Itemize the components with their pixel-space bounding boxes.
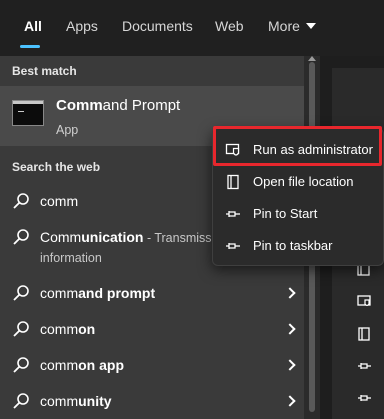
web-result-label: common — [40, 321, 96, 337]
search-web-heading: Search the web — [12, 160, 101, 174]
pin-icon[interactable] — [354, 358, 374, 374]
web-result-label: comm — [40, 193, 79, 209]
pin-icon — [226, 243, 240, 249]
search-icon — [13, 393, 29, 409]
menu-item-label: Pin to taskbar — [253, 238, 333, 253]
chevron-right-icon[interactable] — [284, 323, 296, 335]
active-tab-indicator — [20, 45, 40, 48]
search-tabs-bar: All Apps Documents Web More — [0, 0, 384, 56]
search-icon — [13, 193, 29, 209]
chevron-right-icon[interactable] — [284, 395, 296, 407]
tab-more[interactable]: More — [268, 18, 316, 34]
search-icon — [13, 229, 29, 245]
tab-apps[interactable]: Apps — [66, 18, 98, 34]
chevron-down-icon — [305, 23, 316, 29]
menu-item-label: Pin to Start — [253, 206, 318, 221]
web-result-description: information — [40, 251, 102, 265]
pin-icon — [226, 211, 240, 217]
pin-icon[interactable] — [354, 390, 374, 406]
folder-icon[interactable] — [354, 326, 374, 342]
tab-documents[interactable]: Documents — [122, 18, 193, 34]
web-result-label: common app — [40, 357, 125, 373]
scroll-up-arrow-icon[interactable] — [308, 56, 316, 61]
web-result-item[interactable]: common app — [0, 347, 304, 383]
best-match-subtitle: App — [56, 123, 79, 137]
menu-item-open-file-location[interactable]: Open file location — [213, 167, 384, 197]
web-result-label: command prompt — [40, 285, 156, 301]
web-result-label: community — [40, 393, 112, 409]
web-result-item[interactable]: common — [0, 311, 304, 347]
tab-more-label: More — [268, 18, 300, 34]
menu-item-label: Open file location — [253, 174, 354, 189]
web-result-label: Communication - Transmiss — [40, 229, 212, 245]
web-result-item[interactable]: community — [0, 383, 304, 419]
folder-icon — [227, 174, 239, 190]
menu-item-pin-to-taskbar[interactable]: Pin to taskbar — [213, 231, 384, 261]
search-icon — [13, 285, 29, 301]
chevron-right-icon[interactable] — [284, 359, 296, 371]
best-match-heading: Best match — [12, 64, 77, 78]
chevron-right-icon[interactable] — [284, 287, 296, 299]
search-icon — [13, 321, 29, 337]
search-icon — [13, 357, 29, 373]
menu-item-pin-to-start[interactable]: Pin to Start — [213, 199, 384, 229]
command-prompt-icon — [12, 100, 44, 126]
shield-icon[interactable] — [354, 293, 374, 309]
highlight-box — [213, 126, 382, 166]
web-result-item[interactable]: command prompt — [0, 275, 304, 311]
tab-all[interactable]: All — [24, 18, 42, 34]
tab-web[interactable]: Web — [215, 18, 244, 34]
best-match-title: Command Prompt — [56, 97, 181, 114]
